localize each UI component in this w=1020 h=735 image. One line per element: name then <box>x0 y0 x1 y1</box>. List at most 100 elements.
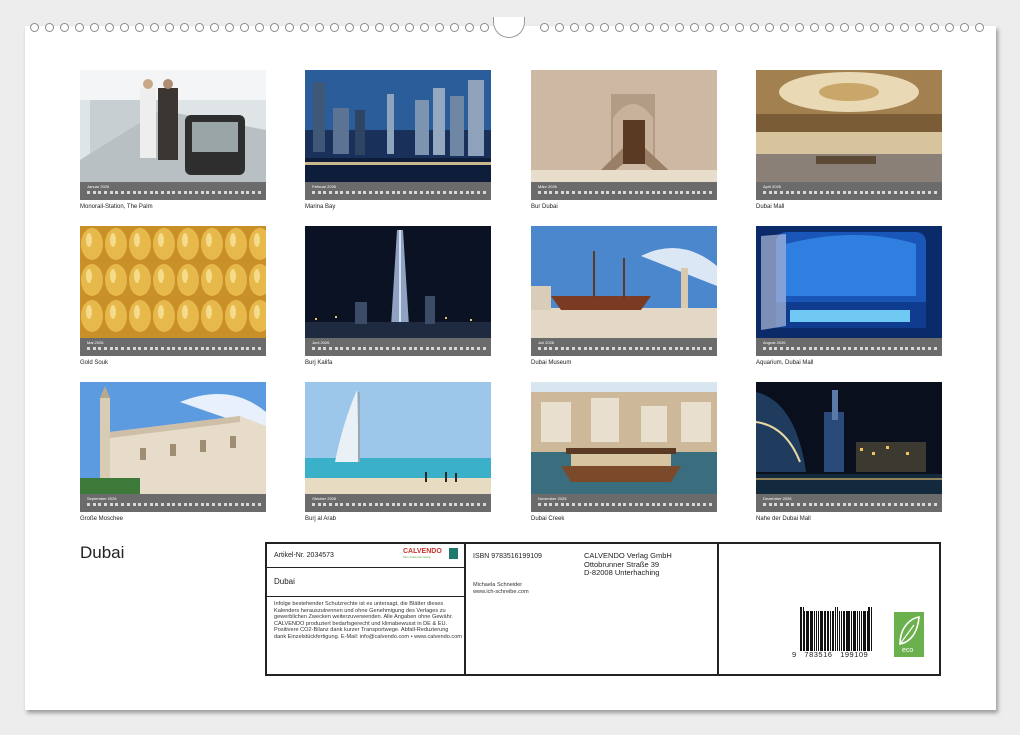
divider <box>464 544 466 674</box>
month-tile: November 2026 Dubai Creek <box>531 382 717 522</box>
binding-ring <box>195 23 204 32</box>
month-tile: August 2026Aquarium, Dubai Mall <box>756 226 942 366</box>
binding-ring <box>630 23 639 32</box>
binding-ring <box>600 23 609 32</box>
day-cells <box>538 503 712 509</box>
grand-mosque-photo <box>80 382 266 494</box>
barcode <box>800 611 873 651</box>
day-cells <box>87 347 261 353</box>
day-cells <box>87 191 261 197</box>
photo-caption: Große Moschee <box>80 516 266 522</box>
month-calendar-strip: August 2026 <box>756 338 942 356</box>
binding-ring <box>765 23 774 32</box>
publisher-address: CALVENDO Verlag GmbH Ottobrunner Straße … <box>584 552 672 578</box>
photo-caption: Dubai Creek <box>531 516 717 522</box>
binding-ring <box>555 23 564 32</box>
binding-ring <box>975 23 984 32</box>
binding-ring <box>60 23 69 32</box>
day-cells <box>763 191 937 197</box>
binding-ring <box>540 23 549 32</box>
month-label: Dezember 2026 <box>763 496 791 501</box>
burj-al-arab-photo <box>305 382 491 494</box>
binding-ring <box>810 23 819 32</box>
month-tile: Mai 2026 Gold Souk <box>80 226 266 366</box>
month-calendar-strip: November 2026 <box>531 494 717 512</box>
photo-caption: Bur Dubai <box>531 204 717 210</box>
gold-souk-photo <box>80 226 266 338</box>
binding-ring <box>450 23 459 32</box>
binding-ring <box>585 23 594 32</box>
month-calendar-strip: September 2026 <box>80 494 266 512</box>
month-tile: April 2026Dubai Mall <box>756 70 942 210</box>
month-tile: Dezember 2026 Nahe der Dubai Mall <box>756 382 942 522</box>
month-label: April 2026 <box>763 184 781 189</box>
month-calendar-strip: März 2026 <box>531 182 717 200</box>
day-cells <box>87 503 261 509</box>
binding-ring <box>855 23 864 32</box>
author-name: Michaela Schneider <box>473 582 522 589</box>
binding-ring <box>285 23 294 32</box>
binding-ring <box>420 23 429 32</box>
binding-ring <box>930 23 939 32</box>
day-cells <box>763 503 937 509</box>
monorail-station-photo <box>80 70 266 182</box>
binding-ring <box>825 23 834 32</box>
month-label: Mai 2026 <box>87 340 103 345</box>
binding-ring <box>795 23 804 32</box>
dubai-museum-photo <box>531 226 717 338</box>
binding-ring <box>375 23 384 32</box>
binding-ring <box>675 23 684 32</box>
legal-notice: Infolge bestehender Schutzrechte ist es … <box>274 601 462 641</box>
author-url: www.ich-schreibe.com <box>473 589 529 596</box>
binding-ring <box>405 23 414 32</box>
night-mall-photo <box>756 382 942 494</box>
photo-caption: Nahe der Dubai Mall <box>756 516 942 522</box>
month-label: September 2026 <box>87 496 117 501</box>
photo-caption: Marina Bay <box>305 204 491 210</box>
binding-ring <box>780 23 789 32</box>
photo-caption: Burj Kalifa <box>305 360 491 366</box>
eco-badge: eco <box>894 612 924 657</box>
binding-ring <box>660 23 669 32</box>
month-label: November 2026 <box>538 496 566 501</box>
day-cells <box>763 347 937 353</box>
binding-ring <box>135 23 144 32</box>
aquarium-photo <box>756 226 942 338</box>
binding-ring <box>225 23 234 32</box>
month-calendar-strip: Oktober 2026 <box>305 494 491 512</box>
binding-ring <box>210 23 219 32</box>
binding-ring <box>435 23 444 32</box>
month-calendar-strip: Juli 2026 <box>531 338 717 356</box>
binding-ring <box>885 23 894 32</box>
dubai-mall-photo <box>756 70 942 182</box>
calendar-title: Dubai <box>80 543 124 563</box>
article-number: Artikel-Nr. 2034573 <box>274 552 334 559</box>
binding-ring <box>330 23 339 32</box>
month-label: Februar 2026 <box>312 184 336 189</box>
month-label: Januar 2026 <box>87 184 109 189</box>
photo-caption: Gold Souk <box>80 360 266 366</box>
divider <box>717 544 719 674</box>
binding-ring <box>690 23 699 32</box>
month-tile: Oktober 2026Burj al Arab <box>305 382 491 522</box>
month-calendar-strip: Juni 2026 <box>305 338 491 356</box>
binding-ring <box>570 23 579 32</box>
binding-ring <box>30 23 39 32</box>
month-tile: März 2026 Bur Dubai <box>531 70 717 210</box>
photo-caption: Monorail-Station, The Palm <box>80 204 266 210</box>
month-calendar-strip: April 2026 <box>756 182 942 200</box>
isbn: ISBN 9783516199109 <box>473 553 542 560</box>
binding-ring <box>615 23 624 32</box>
binding-ring <box>750 23 759 32</box>
binding-ring <box>120 23 129 32</box>
day-cells <box>312 191 486 197</box>
binding-ring <box>870 23 879 32</box>
binding-ring <box>75 23 84 32</box>
dubai-creek-photo <box>531 382 717 494</box>
binding-ring <box>705 23 714 32</box>
binding-ring <box>465 23 474 32</box>
month-tile: September 2026 Große Moschee <box>80 382 266 522</box>
binding-ring <box>165 23 174 32</box>
binding-ring <box>300 23 309 32</box>
month-label: Juni 2026 <box>312 340 329 345</box>
